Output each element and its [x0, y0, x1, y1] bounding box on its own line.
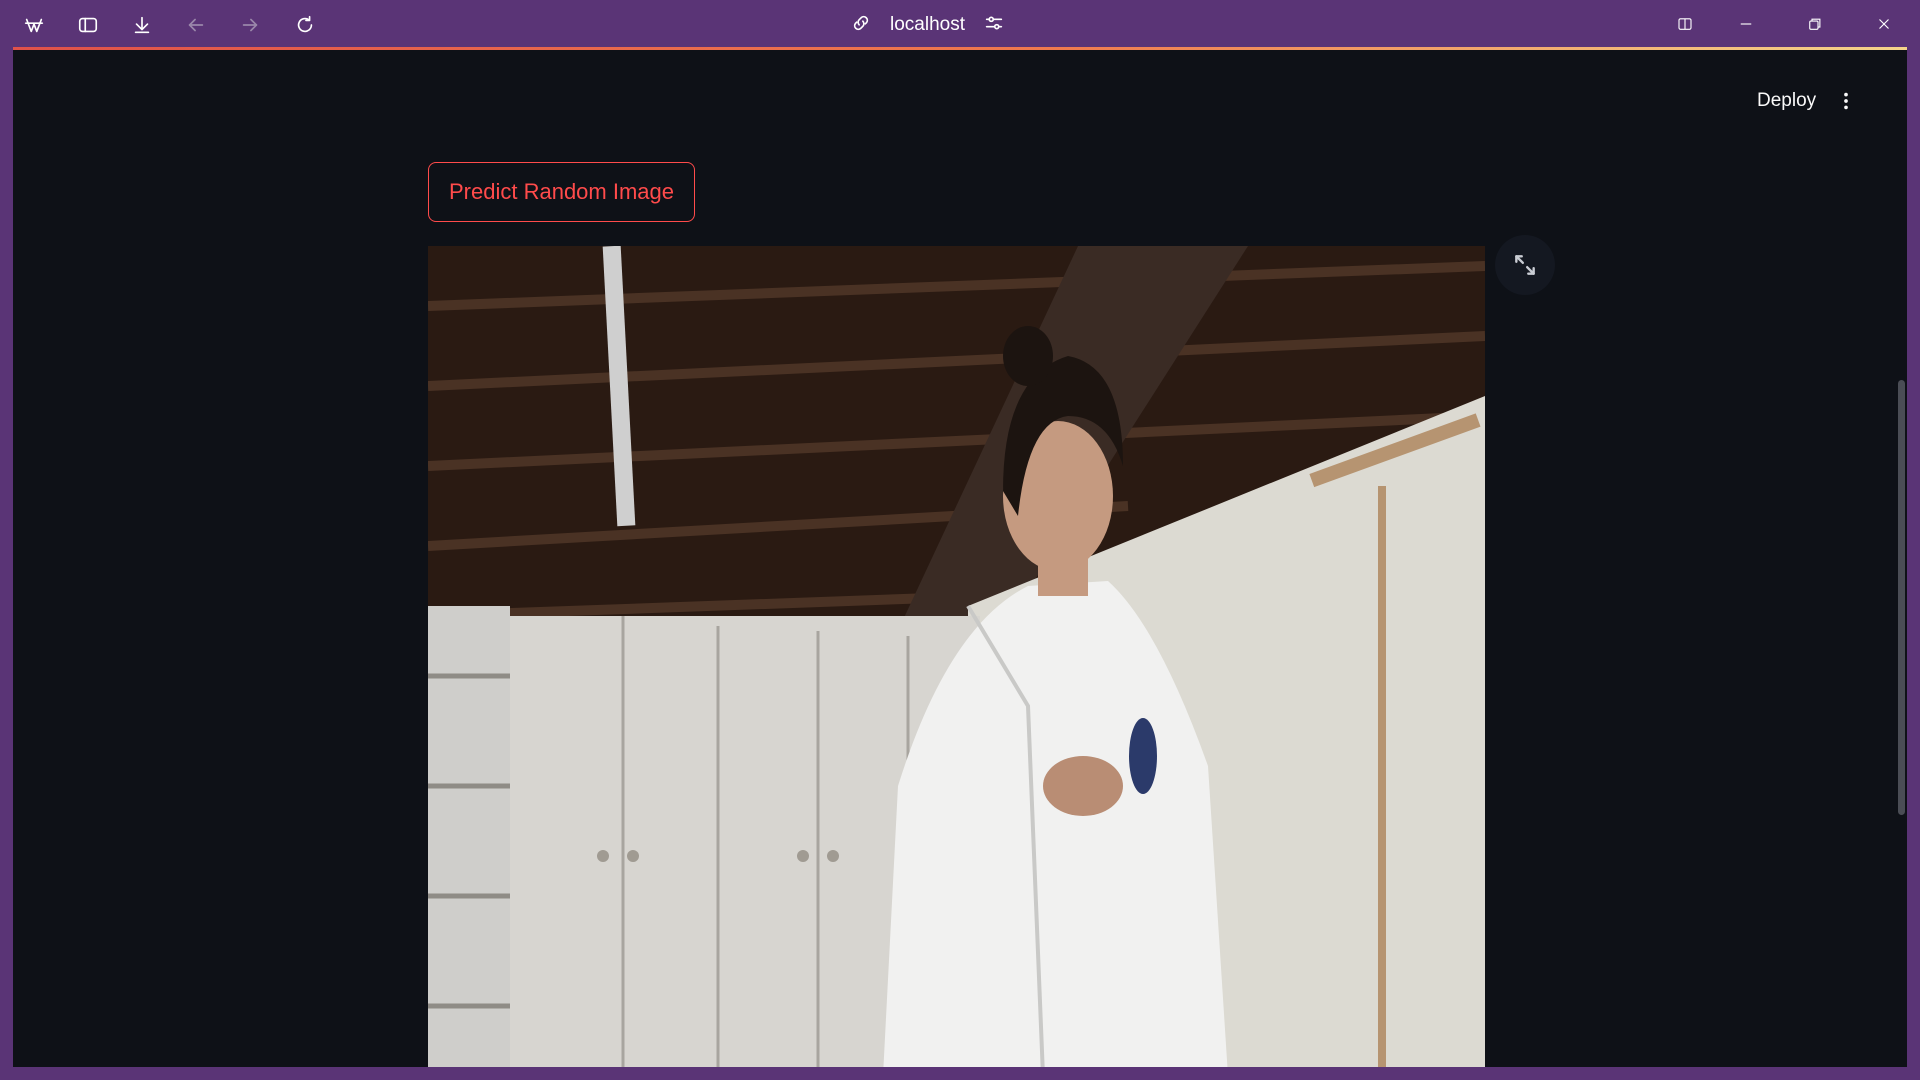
close-icon[interactable] [1861, 6, 1907, 42]
app-viewport: Deploy Predict Random Image [13, 50, 1907, 1067]
split-view-icon[interactable] [1662, 6, 1708, 42]
reload-icon[interactable] [288, 8, 322, 42]
fullscreen-expand-icon[interactable] [1495, 235, 1555, 295]
back-arrow-icon[interactable] [179, 8, 213, 42]
kebab-menu-icon[interactable] [1827, 82, 1865, 120]
scene-illustration [428, 246, 1485, 1067]
vertical-scrollbar[interactable] [1898, 380, 1905, 815]
deploy-button[interactable]: Deploy [1743, 82, 1830, 120]
sidebar-toggle-icon[interactable] [71, 8, 105, 42]
address-bar[interactable]: localhost [850, 8, 1005, 42]
predict-random-image-button[interactable]: Predict Random Image [428, 162, 695, 222]
browser-toolbar: localhost [0, 0, 1920, 49]
prediction-image [428, 246, 1485, 1067]
link-icon[interactable] [850, 12, 872, 39]
minimize-icon[interactable] [1723, 6, 1769, 42]
app-logo-icon[interactable] [17, 8, 51, 42]
url-text[interactable]: localhost [890, 14, 965, 36]
site-settings-icon[interactable] [983, 12, 1005, 39]
forward-arrow-icon[interactable] [233, 8, 267, 42]
download-icon[interactable] [125, 8, 159, 42]
restore-icon[interactable] [1792, 6, 1838, 42]
